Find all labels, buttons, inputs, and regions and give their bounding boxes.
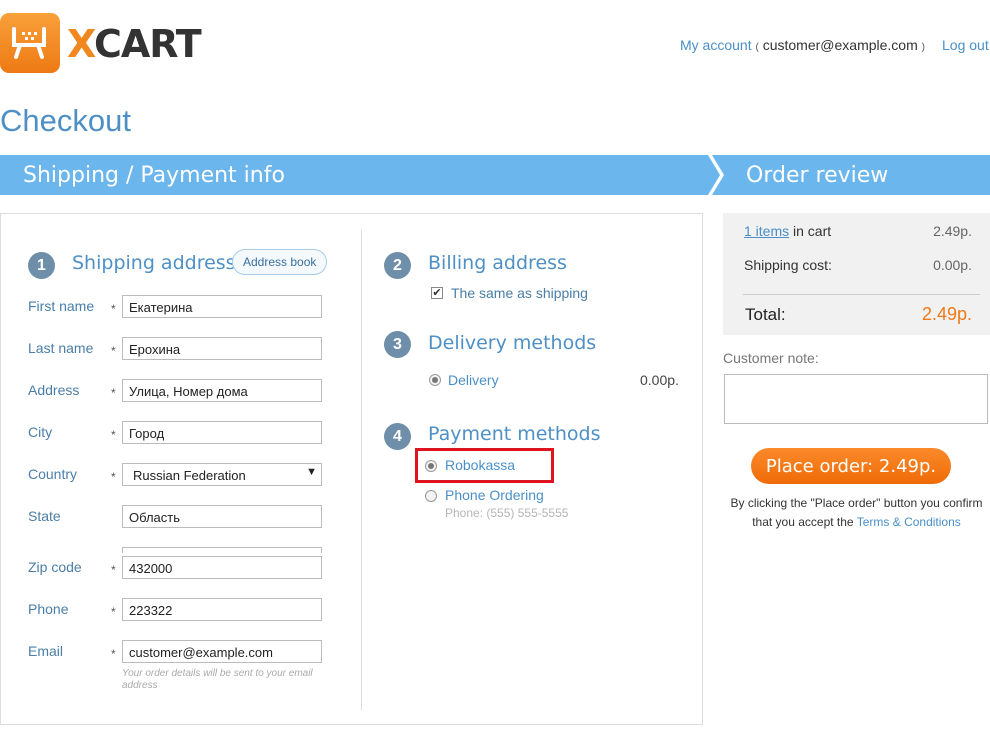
step-shipping-payment[interactable]: Shipping / Payment info	[23, 163, 285, 188]
clipped-field	[122, 547, 322, 553]
email-label: Email	[28, 643, 64, 659]
delivery-methods-title: Delivery methods	[428, 332, 597, 354]
country-select-value: Russian Federation	[133, 468, 246, 483]
step-number-4: 4	[384, 423, 411, 450]
step-number-2: 2	[384, 252, 411, 279]
items-in-cart: 1 items in cart	[744, 223, 832, 239]
same-as-shipping-label[interactable]: The same as shipping	[451, 285, 588, 301]
total-label: Total:	[745, 305, 786, 324]
phone-ordering-option-label[interactable]: Phone Ordering	[445, 487, 544, 503]
clipped-field-label	[28, 546, 88, 551]
required-mark: *	[111, 302, 116, 316]
first-name-label: First name	[28, 298, 95, 314]
required-mark: *	[111, 428, 116, 442]
shipping-address-title: Shipping address	[72, 252, 236, 274]
email-hint: Your order details will be sent to your …	[122, 668, 313, 691]
total-value: 2.49р.	[921, 304, 972, 324]
city-input[interactable]: Город	[122, 421, 322, 444]
logout-link[interactable]: Log out	[942, 37, 989, 53]
items-link[interactable]: 1 items	[744, 223, 789, 239]
address-input[interactable]: Улица, Номер дома	[122, 379, 322, 402]
last-name-input[interactable]: Ерохина	[122, 337, 322, 360]
customer-note-label: Customer note:	[723, 350, 819, 366]
required-mark: *	[111, 344, 116, 358]
required-mark: *	[111, 563, 116, 577]
terms-link[interactable]: Terms & Conditions	[857, 515, 961, 529]
summary-divider	[743, 294, 980, 295]
country-select[interactable]: Russian Federation ▼	[122, 463, 322, 486]
items-value: 2.49р.	[933, 223, 972, 239]
payment-methods-title: Payment methods	[428, 423, 601, 445]
shipping-cost-value: 0.00р.	[933, 257, 972, 273]
delivery-price: 0.00р.	[640, 372, 679, 388]
phone-ordering-number: Phone: (555) 555-5555	[445, 506, 569, 520]
city-label: City	[28, 424, 53, 440]
last-name-label: Last name	[28, 340, 94, 356]
logo-text[interactable]: XCART	[67, 20, 202, 68]
step-number-1: 1	[28, 252, 55, 279]
checkout-form-panel	[0, 213, 703, 725]
same-as-shipping-checkbox[interactable]: ✔	[431, 287, 443, 299]
logo-icon[interactable]	[0, 13, 60, 73]
delivery-radio[interactable]	[429, 374, 441, 386]
first-name-input[interactable]: Екатерина	[122, 295, 322, 318]
page-title: Checkout	[0, 103, 131, 138]
zip-code-label: Zip code	[28, 559, 82, 575]
selection-highlight-box	[415, 448, 554, 483]
country-label: Country	[28, 466, 78, 482]
dropdown-arrow-icon: ▼	[306, 466, 317, 478]
step-order-review[interactable]: Order review	[746, 163, 888, 188]
required-mark: *	[111, 386, 116, 400]
address-book-button[interactable]: Address book	[232, 249, 328, 275]
zip-code-input[interactable]: 432000	[122, 556, 322, 579]
required-mark: *	[111, 605, 116, 619]
column-divider	[361, 230, 362, 710]
account-bar: My account ( customer@example.com )	[680, 37, 925, 53]
billing-address-title: Billing address	[428, 252, 567, 274]
state-input[interactable]: Область	[122, 505, 322, 528]
required-mark: *	[111, 647, 116, 661]
required-mark: *	[111, 470, 116, 484]
phone-input[interactable]: 223322	[122, 598, 322, 621]
shipping-cost-label: Shipping cost:	[744, 257, 832, 273]
phone-label: Phone	[28, 601, 69, 617]
customer-note-input[interactable]	[724, 374, 988, 424]
my-account-link[interactable]: My account	[680, 37, 752, 53]
place-order-button[interactable]: Place order: 2.49р.	[751, 448, 951, 484]
state-label: State	[28, 508, 61, 524]
address-label: Address	[28, 382, 80, 398]
email-input[interactable]: customer@example.com	[122, 640, 322, 663]
account-email: customer@example.com	[762, 37, 918, 53]
step-number-3: 3	[384, 331, 411, 358]
terms-notice: By clicking the "Place order" button you…	[730, 496, 983, 529]
delivery-option-label[interactable]: Delivery	[448, 372, 499, 388]
checkout-steps: Shipping / Payment info Order review	[0, 155, 990, 195]
order-summary: 1 items in cart 2.49р. Shipping cost: 0.…	[723, 213, 990, 335]
phone-ordering-radio[interactable]	[425, 490, 437, 502]
